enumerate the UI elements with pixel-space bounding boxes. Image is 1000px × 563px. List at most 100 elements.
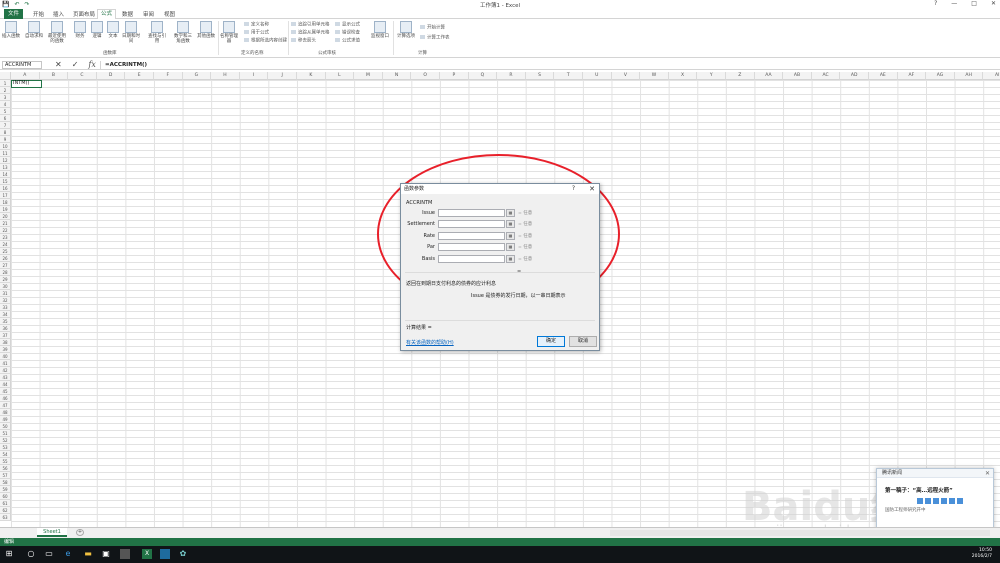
row-header[interactable]: 15 xyxy=(0,178,11,185)
row-header[interactable]: 39 xyxy=(0,346,11,353)
sheet-tab[interactable]: Sheet1 xyxy=(37,528,67,537)
argument-input[interactable] xyxy=(438,255,505,263)
row-header[interactable]: 34 xyxy=(0,311,11,318)
column-header[interactable]: A xyxy=(11,72,40,80)
column-header[interactable]: Z xyxy=(726,72,755,80)
calculation-options-button[interactable]: 计算选项 xyxy=(396,21,416,39)
row-header[interactable]: 41 xyxy=(0,360,11,367)
row-header[interactable]: 47 xyxy=(0,402,11,409)
row-header[interactable]: 3 xyxy=(0,94,11,101)
share-icon[interactable] xyxy=(957,498,963,504)
row-header[interactable]: 26 xyxy=(0,255,11,262)
row-header[interactable]: 32 xyxy=(0,297,11,304)
tab-data[interactable]: 数据 xyxy=(119,10,136,18)
row-header[interactable]: 12 xyxy=(0,157,11,164)
share-icon[interactable] xyxy=(949,498,955,504)
row-header[interactable]: 59 xyxy=(0,486,11,493)
column-header[interactable]: G xyxy=(182,72,212,80)
row-header[interactable]: 35 xyxy=(0,318,11,325)
close-icon[interactable]: ✕ xyxy=(589,184,595,194)
row-header[interactable]: 37 xyxy=(0,332,11,339)
row-header[interactable]: 30 xyxy=(0,283,11,290)
show-formulas-button[interactable]: 显示公式 xyxy=(335,22,360,28)
popup-headline[interactable]: 第一稿子：“高…远程火箭” xyxy=(885,486,953,494)
trace-precedents-button[interactable]: 追踪引用单元格 xyxy=(291,22,330,28)
column-header[interactable]: L xyxy=(325,72,355,80)
column-header[interactable]: AH xyxy=(954,72,984,80)
share-icon[interactable] xyxy=(933,498,939,504)
app-icon[interactable] xyxy=(120,549,130,559)
row-header[interactable]: 62 xyxy=(0,507,11,514)
collapse-dialog-icon[interactable]: ▦ xyxy=(506,220,515,228)
column-header[interactable]: H xyxy=(211,72,240,80)
row-header[interactable]: 10 xyxy=(0,143,11,150)
column-header[interactable]: C xyxy=(68,72,97,80)
row-header[interactable]: 20 xyxy=(0,213,11,220)
date-time-button[interactable]: 日期和时间 xyxy=(121,21,141,44)
insert-function-button[interactable]: 插入函数 xyxy=(1,21,21,39)
ok-button[interactable]: 确定 xyxy=(537,336,565,347)
store-icon[interactable]: ▣ xyxy=(101,549,111,559)
help-link[interactable]: 有关该函数的帮助(H) xyxy=(406,339,454,346)
column-header[interactable]: E xyxy=(125,72,154,80)
trace-dependents-button[interactable]: 追踪从属单元格 xyxy=(291,30,330,36)
row-header[interactable]: 57 xyxy=(0,472,11,479)
column-header[interactable]: AA xyxy=(754,72,784,80)
cancel-icon[interactable]: ✕ xyxy=(55,60,62,70)
column-header[interactable]: AI xyxy=(983,72,1000,80)
evaluate-formula-button[interactable]: 公式求值 xyxy=(335,38,360,44)
name-manager-button[interactable]: 名称管理器 xyxy=(219,21,239,44)
row-header[interactable]: 7 xyxy=(0,122,11,129)
more-functions-button[interactable]: 其他函数 xyxy=(196,21,216,39)
select-all-corner[interactable] xyxy=(0,72,11,80)
row-header[interactable]: 46 xyxy=(0,395,11,402)
column-header[interactable]: R xyxy=(497,72,526,80)
row-header[interactable]: 24 xyxy=(0,241,11,248)
argument-input[interactable] xyxy=(438,209,505,217)
row-header[interactable]: 61 xyxy=(0,500,11,507)
row-header[interactable]: 23 xyxy=(0,234,11,241)
row-header[interactable]: 43 xyxy=(0,374,11,381)
formula-input[interactable]: =ACCRINTM() xyxy=(100,61,996,69)
share-icon[interactable] xyxy=(925,498,931,504)
row-header[interactable]: 11 xyxy=(0,150,11,157)
insert-function-icon[interactable]: fx xyxy=(88,60,95,70)
text-button[interactable]: 文本 xyxy=(103,21,123,39)
row-header[interactable]: 8 xyxy=(0,129,11,136)
column-header[interactable]: Q xyxy=(468,72,498,80)
collapse-dialog-icon[interactable]: ▦ xyxy=(506,243,515,251)
row-header[interactable]: 21 xyxy=(0,220,11,227)
column-header[interactable]: U xyxy=(583,72,612,80)
tab-home[interactable]: 开始 xyxy=(30,10,47,18)
share-icon[interactable] xyxy=(917,498,923,504)
row-header[interactable]: 17 xyxy=(0,192,11,199)
row-header[interactable]: 13 xyxy=(0,164,11,171)
row-header[interactable]: 2 xyxy=(0,87,11,94)
windows-start-icon[interactable]: ⊞ xyxy=(4,549,14,559)
watch-window-button[interactable]: 监视窗口 xyxy=(370,21,390,39)
row-header[interactable]: 6 xyxy=(0,115,11,122)
column-header[interactable]: T xyxy=(554,72,583,80)
collapse-dialog-icon[interactable]: ▦ xyxy=(506,209,515,217)
tab-view[interactable]: 视图 xyxy=(161,10,178,18)
row-header[interactable]: 54 xyxy=(0,451,11,458)
column-header[interactable]: AF xyxy=(897,72,927,80)
column-header[interactable]: N xyxy=(382,72,412,80)
excel-icon[interactable]: X xyxy=(142,549,152,559)
column-header[interactable]: X xyxy=(668,72,698,80)
tab-insert[interactable]: 插入 xyxy=(50,10,67,18)
row-header[interactable]: 22 xyxy=(0,227,11,234)
recent-functions-button[interactable]: 最近使用的函数 xyxy=(47,21,67,44)
column-header[interactable]: I xyxy=(239,72,269,80)
column-header[interactable]: D xyxy=(96,72,126,80)
row-header[interactable]: 60 xyxy=(0,493,11,500)
row-header[interactable]: 31 xyxy=(0,290,11,297)
row-header[interactable]: 27 xyxy=(0,262,11,269)
edge-icon[interactable]: e xyxy=(63,549,73,559)
task-view-icon[interactable]: ▭ xyxy=(44,549,54,559)
column-header[interactable]: S xyxy=(525,72,555,80)
argument-input[interactable] xyxy=(438,220,505,228)
column-header[interactable]: AC xyxy=(811,72,841,80)
row-header[interactable]: 18 xyxy=(0,199,11,206)
active-cell[interactable]: INTM() xyxy=(11,80,42,88)
